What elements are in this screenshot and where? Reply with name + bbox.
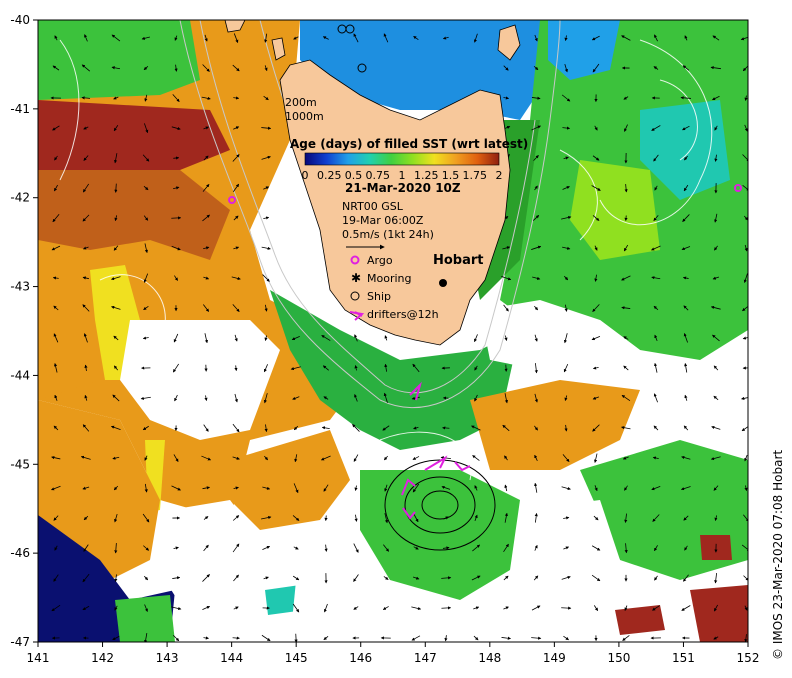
y-tick-label: -45 — [10, 457, 30, 471]
colorbar-tick-label: 0 — [302, 169, 309, 182]
x-tick-label: 141 — [27, 651, 50, 665]
current-vector-arrow — [561, 606, 572, 610]
mooring-icon: ✱ — [351, 271, 361, 285]
contour-label-1000m: 1000m — [285, 110, 324, 123]
current-vector-arrow — [324, 515, 328, 522]
hobart-label: Hobart — [433, 253, 484, 268]
y-tick-label: -42 — [10, 191, 30, 205]
x-tick-label: 148 — [478, 651, 501, 665]
south-brown-patch — [615, 605, 665, 635]
x-tick-label: 149 — [543, 651, 566, 665]
x-tick-label: 142 — [91, 651, 114, 665]
y-tick-label: -40 — [10, 13, 30, 27]
y-tick-label: -44 — [10, 368, 30, 382]
map-date: 21-Mar-2020 10Z — [345, 181, 461, 195]
colorbar — [304, 152, 500, 166]
legend-argo: Argo — [367, 254, 393, 267]
hobart-marker-icon — [439, 279, 447, 287]
current-time: 19-Mar 06:00Z — [342, 214, 424, 227]
current-vector-arrow — [441, 606, 452, 610]
current-vector-arrow — [171, 216, 182, 220]
x-tick-label: 150 — [607, 651, 630, 665]
x-tick-label: 147 — [414, 651, 437, 665]
x-tick-label: 145 — [285, 651, 308, 665]
y-tick-label: -47 — [10, 635, 30, 649]
current-vector-arrow — [442, 426, 450, 430]
contour-label-200m: 200m — [285, 96, 317, 109]
x-tick-label: 144 — [220, 651, 243, 665]
x-tick-label: 143 — [156, 651, 179, 665]
x-tick-label: 151 — [672, 651, 695, 665]
southeast-brown-patch — [690, 585, 748, 642]
colorbar-tick-label: 1.75 — [463, 169, 488, 182]
current-scale: 0.5m/s (1kt 24h) — [342, 228, 434, 241]
northwest-green-patch — [38, 20, 200, 100]
x-axis: 141 142 143 144 145 146 147 148 149 150 151 152 — [27, 642, 760, 665]
y-tick-label: -43 — [10, 280, 30, 294]
y-axis: -40 -41 -42 -43 -44 -45 -46 -47 — [10, 13, 38, 649]
colorbar-tick-label: 2 — [496, 169, 503, 182]
colorbar-tick-label: 0.25 — [317, 169, 342, 182]
sst-age-map: 200m 1000m Age (days) of filled SST (wrt… — [10, 13, 785, 665]
legend-drifters: drifters@12h — [367, 308, 439, 321]
y-tick-label: -46 — [10, 546, 30, 560]
legend-mooring: Mooring — [367, 272, 411, 285]
northwest-brown-region — [38, 100, 230, 170]
credit-text: © IMOS 23-Mar-2020 07:08 Hobart — [771, 450, 785, 660]
colorbar-title: Age (days) of filled SST (wrt latest) — [290, 137, 528, 151]
x-tick-label: 152 — [737, 651, 760, 665]
southwest-green-patch — [115, 595, 175, 642]
current-source: NRT00 GSL — [342, 200, 404, 213]
x-tick-label: 146 — [349, 651, 372, 665]
y-tick-label: -41 — [10, 102, 30, 116]
legend-ship: Ship — [367, 290, 391, 303]
